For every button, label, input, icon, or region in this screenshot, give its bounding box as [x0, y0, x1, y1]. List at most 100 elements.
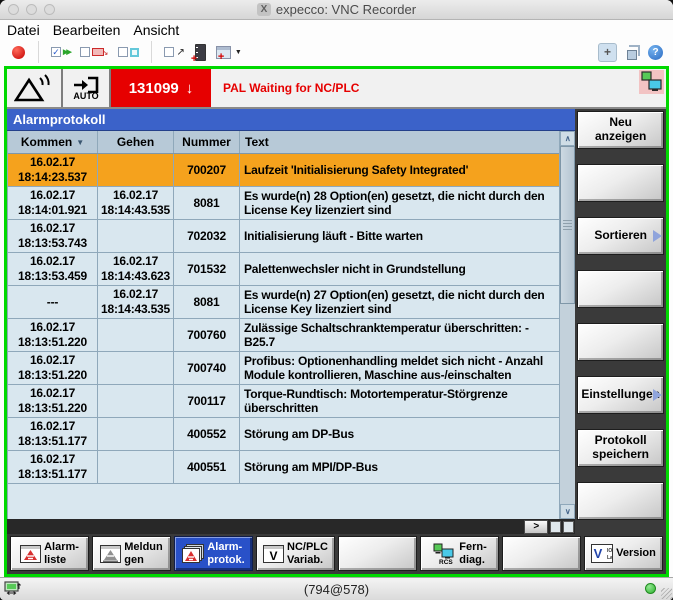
minimize-window-button[interactable]	[26, 4, 37, 15]
scrollbar-thumb[interactable]	[560, 146, 575, 304]
menu-datei[interactable]: Datei	[7, 22, 40, 38]
scroll-down-button[interactable]: ∨	[560, 504, 575, 519]
alarm-table: Kommen ▼ Gehen Nummer Text 16.02.17 18:1…	[7, 131, 559, 519]
window-controls	[8, 4, 55, 15]
softkey-empty-2[interactable]	[577, 164, 664, 202]
alarm-number-badge[interactable]: 131099 ↓	[111, 69, 211, 107]
version-v-icon: V IOLa	[591, 544, 613, 563]
softkey-empty-5[interactable]	[577, 323, 664, 361]
title-bar: X expecco: VNC Recorder	[0, 0, 673, 20]
menu-bearbeiten[interactable]: Bearbeiten	[53, 22, 121, 38]
pointer-position-readout: (794@578)	[0, 582, 673, 597]
table-row[interactable]: 16.02.17 18:13:51.220 700117 Torque-Rund…	[8, 385, 559, 418]
alarm-table-body: 16.02.17 18:14:23.537 700207 Laufzeit 'I…	[8, 154, 559, 484]
sinumerik-hmi-screen: AUTO 131099 ↓ PAL Waiting for NC/PLC	[7, 69, 666, 574]
screen-title: Alarmprotokoll	[7, 109, 575, 131]
column-header-nummer[interactable]: Nummer	[174, 131, 240, 153]
table-row[interactable]: 16.02.17 18:13:51.177 400551 Störung am …	[8, 451, 559, 484]
window-title: expecco: VNC Recorder	[276, 2, 416, 17]
tab-alarm-protokoll[interactable]: Alarm- protok.	[174, 536, 253, 571]
status-bar: (794@578)	[0, 577, 673, 600]
insert-frames-icon[interactable]: +	[195, 44, 206, 61]
remote-diag-icon: RCS	[432, 543, 456, 565]
alarm-list-icon	[20, 545, 41, 563]
resize-grip[interactable]	[661, 588, 672, 599]
table-row[interactable]: 16.02.17 18:13:51.220 700740 Profibus: O…	[8, 352, 559, 385]
softkey-empty-4[interactable]	[577, 270, 664, 308]
sort-descending-icon: ▼	[76, 138, 84, 147]
alarm-warning-triangle-icon	[7, 69, 63, 107]
menu-ansicht[interactable]: Ansicht	[133, 22, 179, 38]
tab-fern-diag[interactable]: RCS Fern- diag.	[420, 536, 499, 571]
softkey-panel: Neu anzeigen Sortieren Einstellungen Pro…	[575, 109, 666, 534]
messages-icon	[100, 545, 121, 563]
svg-text:La: La	[607, 555, 613, 561]
alarm-down-arrow-icon: ↓	[186, 80, 194, 97]
toolbar: ✓▶▶ ↘ ↗ + + ▼ + ?	[0, 39, 673, 65]
tab-empty-2[interactable]	[502, 536, 581, 571]
softkey-sortieren[interactable]: Sortieren	[577, 217, 664, 255]
scroll-up-button[interactable]: ∧	[560, 131, 575, 146]
dropdown-caret-icon: ▼	[235, 49, 242, 56]
auto-mode-indicator: AUTO	[63, 69, 111, 107]
scrollbar-track[interactable]	[560, 304, 575, 504]
add-window-icon[interactable]: + ▼	[216, 46, 242, 59]
scroll-right-button[interactable]: >	[524, 520, 548, 534]
x11-app-icon: X	[257, 3, 271, 16]
record-button[interactable]	[12, 46, 25, 59]
toolbar-separator	[38, 41, 39, 63]
table-row[interactable]: 16.02.17 18:14:01.921 16.02.17 18:14:43.…	[8, 187, 559, 220]
toolbar-separator	[151, 41, 152, 63]
hmi-header: AUTO 131099 ↓ PAL Waiting for NC/PLC	[7, 69, 666, 109]
table-row[interactable]: --- 16.02.17 18:14:43.535 8081 Es wurde(…	[8, 286, 559, 319]
hscroll-cell[interactable]	[563, 521, 574, 533]
vertical-scrollbar[interactable]: ∧ ∨	[559, 131, 575, 519]
tab-version[interactable]: VIOLa Version	[584, 536, 663, 571]
plc-status-message: PAL Waiting for NC/PLC	[211, 69, 639, 107]
table-row[interactable]: 16.02.17 18:14:23.537 700207 Laufzeit 'I…	[8, 154, 559, 187]
auto-mode-label: AUTO	[73, 91, 98, 101]
softkey-more-arrow-icon	[653, 389, 662, 401]
vnc-recording-view: AUTO 131099 ↓ PAL Waiting for NC/PLC	[4, 66, 669, 577]
column-header-text[interactable]: Text	[240, 131, 559, 153]
move-icon[interactable]: +	[598, 43, 617, 62]
table-row[interactable]: 16.02.17 18:13:53.459 16.02.17 18:14:43.…	[8, 253, 559, 286]
remote-connection-icon	[639, 70, 664, 94]
ncplc-v-icon: V	[263, 545, 284, 563]
tab-ncplc-variablen[interactable]: V NC/PLC Variab.	[256, 536, 335, 571]
table-row[interactable]: 16.02.17 18:13:53.743 702032 Initialisie…	[8, 220, 559, 253]
region-select-icon[interactable]	[118, 47, 139, 57]
softkey-einstellungen[interactable]: Einstellungen	[577, 376, 664, 414]
help-icon[interactable]: ?	[648, 45, 663, 60]
connection-status-dot	[645, 583, 656, 594]
hscroll-cell[interactable]	[550, 521, 561, 533]
column-header-kommen[interactable]: Kommen ▼	[8, 131, 98, 153]
close-window-button[interactable]	[8, 4, 19, 15]
svg-text:V: V	[594, 546, 603, 561]
app-window: X expecco: VNC Recorder Datei Bearbeiten…	[0, 0, 673, 600]
alarm-protocol-icon	[182, 544, 204, 563]
alarm-table-header: Kommen ▼ Gehen Nummer Text	[8, 131, 559, 154]
pointer-marker-icon[interactable]: ↘	[80, 47, 109, 57]
horizontal-scrollbar: >	[7, 519, 575, 534]
zoom-window-button[interactable]	[44, 4, 55, 15]
menu-bar: Datei Bearbeiten Ansicht	[0, 20, 673, 39]
alarm-number: 131099	[129, 80, 179, 97]
open-in-window-icon[interactable]: ↗	[164, 47, 184, 58]
softkey-protokoll-speichern[interactable]: Protokoll speichern	[577, 429, 664, 467]
svg-text:V: V	[270, 549, 278, 563]
softkey-more-arrow-icon	[653, 230, 662, 242]
table-row[interactable]: 16.02.17 18:13:51.220 700760 Zulässige S…	[8, 319, 559, 352]
tab-empty-1[interactable]	[338, 536, 417, 571]
softkey-neu-anzeigen[interactable]: Neu anzeigen	[577, 111, 664, 149]
replay-with-check-icon[interactable]: ✓▶▶	[51, 47, 70, 57]
column-header-gehen[interactable]: Gehen	[98, 131, 174, 153]
svg-text:RCS: RCS	[439, 559, 453, 565]
tab-alarm-liste[interactable]: Alarm- liste	[10, 536, 89, 571]
fit-size-icon[interactable]	[625, 45, 640, 60]
softkey-empty-8[interactable]	[577, 482, 664, 520]
svg-text:IO: IO	[607, 548, 612, 554]
bottom-tab-bar: Alarm- liste Meldun gen Alarm- protok. V…	[7, 534, 666, 574]
table-row[interactable]: 16.02.17 18:13:51.177 400552 Störung am …	[8, 418, 559, 451]
tab-meldungen[interactable]: Meldun gen	[92, 536, 171, 571]
